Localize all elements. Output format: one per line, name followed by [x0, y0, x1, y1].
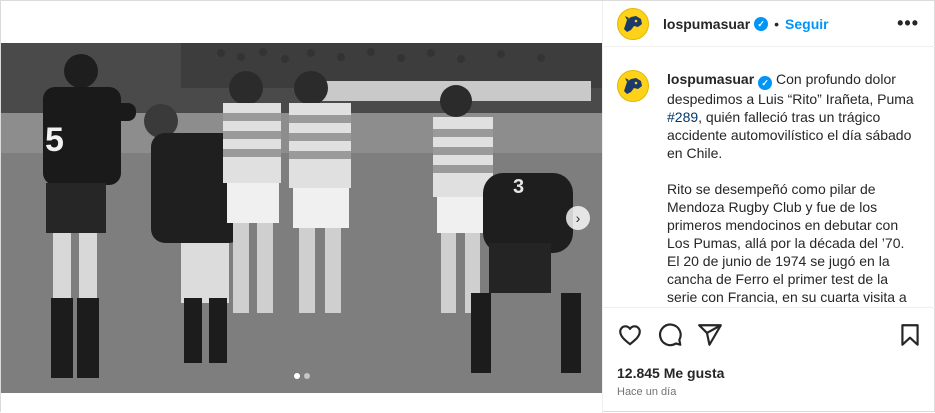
- like-button[interactable]: [617, 322, 643, 348]
- carousel-dots: [1, 373, 602, 379]
- caption-avatar[interactable]: [617, 70, 649, 102]
- post-timestamp[interactable]: Hace un día: [617, 386, 676, 398]
- caption-paragraph-2: Rito se desempeñó como pilar de Mendoza …: [667, 181, 907, 305]
- post-media: 5 3 ›: [1, 1, 602, 413]
- post-actions: 12.845 Me gusta Hace un día: [603, 307, 935, 413]
- header-username[interactable]: lospumasuar: [663, 16, 750, 32]
- follow-button[interactable]: Seguir: [785, 16, 829, 32]
- jersey-number-right: 3: [513, 176, 524, 198]
- carousel-next-button[interactable]: ›: [566, 206, 590, 230]
- post-header: lospumasuar ✓ • Seguir •••: [603, 1, 935, 47]
- jersey-number-left: 5: [45, 121, 64, 159]
- instagram-post: 5 3 › lospumasuar ✓ • Seguir ••• lospuma…: [0, 0, 935, 413]
- puma-logo-icon: [624, 78, 642, 94]
- rugby-photo-illustration: 5 3: [1, 43, 602, 393]
- comment-icon: [659, 323, 682, 347]
- verified-badge-icon: ✓: [754, 16, 769, 31]
- hashtag-link[interactable]: #289: [667, 109, 698, 125]
- more-options-icon[interactable]: •••: [897, 13, 919, 34]
- header-separator: •: [774, 15, 780, 32]
- carousel-dot-1[interactable]: [293, 373, 300, 379]
- caption-text: lospumasuar ✓ Con profundo dolor despedim…: [667, 70, 917, 306]
- share-button[interactable]: [697, 322, 723, 348]
- carousel-dot-2[interactable]: [303, 373, 310, 379]
- save-bookmark-icon: [901, 324, 919, 346]
- avatar[interactable]: [617, 7, 649, 40]
- share-icon: [698, 324, 722, 346]
- verified-badge-icon: ✓: [758, 76, 773, 90]
- caption-avatar-wrap: [617, 70, 649, 306]
- caption-paragraph-1: lospumasuar ✓ Con profundo dolor despedim…: [667, 70, 917, 162]
- caption-text-part-b: , quién falleció tras un trágico acciden…: [667, 109, 912, 161]
- chevron-right-icon: ›: [575, 210, 581, 226]
- comment-button[interactable]: [657, 322, 683, 348]
- heart-icon: [619, 325, 641, 346]
- post-photo[interactable]: 5 3: [1, 43, 602, 393]
- post-side-panel: lospumasuar ✓ • Seguir ••• lospumasuar ✓ …: [602, 1, 935, 413]
- caption-username[interactable]: lospumasuar: [667, 71, 754, 87]
- caption-area: lospumasuar ✓ Con profundo dolor despedim…: [603, 48, 935, 306]
- save-button[interactable]: [897, 322, 923, 348]
- like-count[interactable]: 12.845 Me gusta: [617, 365, 724, 381]
- puma-logo-icon: [624, 15, 642, 32]
